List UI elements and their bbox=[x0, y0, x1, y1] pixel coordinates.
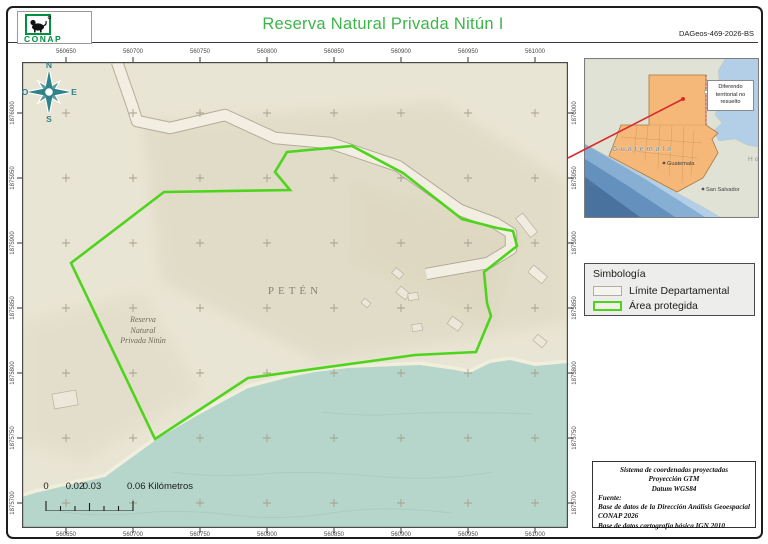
grid-label-left: 1876000 bbox=[8, 89, 18, 137]
legend-swatch-departmental-limit bbox=[593, 286, 622, 296]
compass-s: S bbox=[46, 114, 52, 124]
scale-ruler-icon bbox=[40, 495, 150, 511]
grid-label-top: 560800 bbox=[243, 47, 291, 57]
grid-label-top: 560950 bbox=[444, 47, 492, 57]
dispute-note: Diferendo territorial no resuelto bbox=[707, 80, 754, 111]
compass-o: O bbox=[22, 87, 29, 97]
compass-n: N bbox=[46, 60, 52, 70]
grid-label-bottom: 560850 bbox=[310, 530, 358, 540]
grid-label-top: 560850 bbox=[310, 47, 358, 57]
city-dot-guatemala bbox=[663, 162, 666, 165]
source-line: Base de datos de la Dirección Análisis G… bbox=[598, 503, 750, 512]
grid-label-bottom: 560800 bbox=[243, 530, 291, 540]
city-label-guatemala: Guatemala bbox=[667, 161, 695, 167]
reserve-name-label: Reserva Natural Privada Nitún bbox=[95, 315, 191, 347]
grid-label-bottom: 560750 bbox=[176, 530, 224, 540]
scale-002: 0.02 bbox=[66, 481, 85, 492]
city-dot-san-salvador bbox=[702, 188, 705, 191]
honduras-partial-label: Ho bbox=[748, 156, 759, 163]
grid-label-right: 1875800 bbox=[570, 349, 580, 397]
conap-wordmark: CONAP bbox=[24, 34, 84, 44]
grid-label-top: 560750 bbox=[176, 47, 224, 57]
grid-label-left: 1875700 bbox=[8, 479, 18, 527]
grid-label-right: 1875950 bbox=[570, 154, 580, 202]
legend: Simbología Límite Departamental Área pro… bbox=[584, 263, 755, 316]
legend-item-protected-area: Área protegida bbox=[593, 298, 754, 313]
scale-zero: 0 bbox=[43, 481, 48, 492]
grid-label-bottom: 560650 bbox=[42, 530, 90, 540]
legend-label: Límite Departamental bbox=[629, 285, 729, 297]
grid-label-top: 561000 bbox=[511, 47, 559, 57]
scale-bar: 0 0.02 0.03 0.06 Kilómetros bbox=[40, 481, 230, 515]
grid-label-bottom: 560700 bbox=[109, 530, 157, 540]
grid-label-top: 560700 bbox=[109, 47, 157, 57]
grid-label-left: 1875850 bbox=[8, 284, 18, 332]
source-line: Proyección GTM bbox=[598, 475, 750, 484]
compass-e: E bbox=[71, 87, 77, 97]
source-line: Fuente: bbox=[598, 494, 750, 503]
grid-label-top: 560900 bbox=[377, 47, 425, 57]
grid-label-top: 560650 bbox=[42, 47, 90, 57]
scale-006-km: 0.06 Kilómetros bbox=[127, 481, 193, 492]
grid-label-right: 1875850 bbox=[570, 284, 580, 332]
terrain-label: 721 bbox=[588, 181, 597, 187]
grid-label-bottom: 560950 bbox=[444, 530, 492, 540]
source-line: Base de datos cartografía básica IGN 201… bbox=[598, 522, 750, 531]
legend-item-departmental: Límite Departamental bbox=[593, 283, 754, 298]
legend-label: Área protegida bbox=[629, 300, 698, 312]
grid-label-bottom: 561000 bbox=[511, 530, 559, 540]
scale-003: 0.03 bbox=[83, 481, 102, 492]
grid-label-right: 1875750 bbox=[570, 414, 580, 462]
grid-label-left: 1875900 bbox=[8, 219, 18, 267]
source-line: CONAP 2026 bbox=[598, 512, 750, 521]
grid-label-left: 1875950 bbox=[8, 154, 18, 202]
grid-label-left: 1875750 bbox=[8, 414, 18, 462]
grid-label-left: 1875800 bbox=[8, 349, 18, 397]
legend-swatch-protected-area bbox=[593, 301, 622, 311]
source-box: Sistema de coordenadas proyectadasProyec… bbox=[592, 461, 756, 528]
legend-title: Simbología bbox=[593, 268, 754, 280]
department-label: PETÉN bbox=[245, 285, 345, 297]
grid-label-bottom: 560900 bbox=[377, 530, 425, 540]
city-label-san-salvador: San Salvador bbox=[706, 187, 740, 193]
page-title: Reserva Natural Privada Nitún I bbox=[8, 15, 758, 34]
grid-label-right: 1875900 bbox=[570, 219, 580, 267]
grid-label-right: 1876000 bbox=[570, 89, 580, 137]
header: CONAP Reserva Natural Privada Nitún I DA… bbox=[8, 8, 758, 43]
grid-label-right: 1875700 bbox=[570, 479, 580, 527]
map-sheet: CONAP Reserva Natural Privada Nitún I DA… bbox=[0, 0, 768, 544]
source-line: Sistema de coordenadas proyectadas bbox=[598, 466, 750, 475]
source-line: Datum WGS84 bbox=[598, 485, 750, 494]
compass-rose-icon: N S E O bbox=[22, 56, 78, 126]
country-label: Guatemala bbox=[612, 144, 674, 153]
document-code: DAGeos-469-2026-BS bbox=[679, 29, 754, 38]
